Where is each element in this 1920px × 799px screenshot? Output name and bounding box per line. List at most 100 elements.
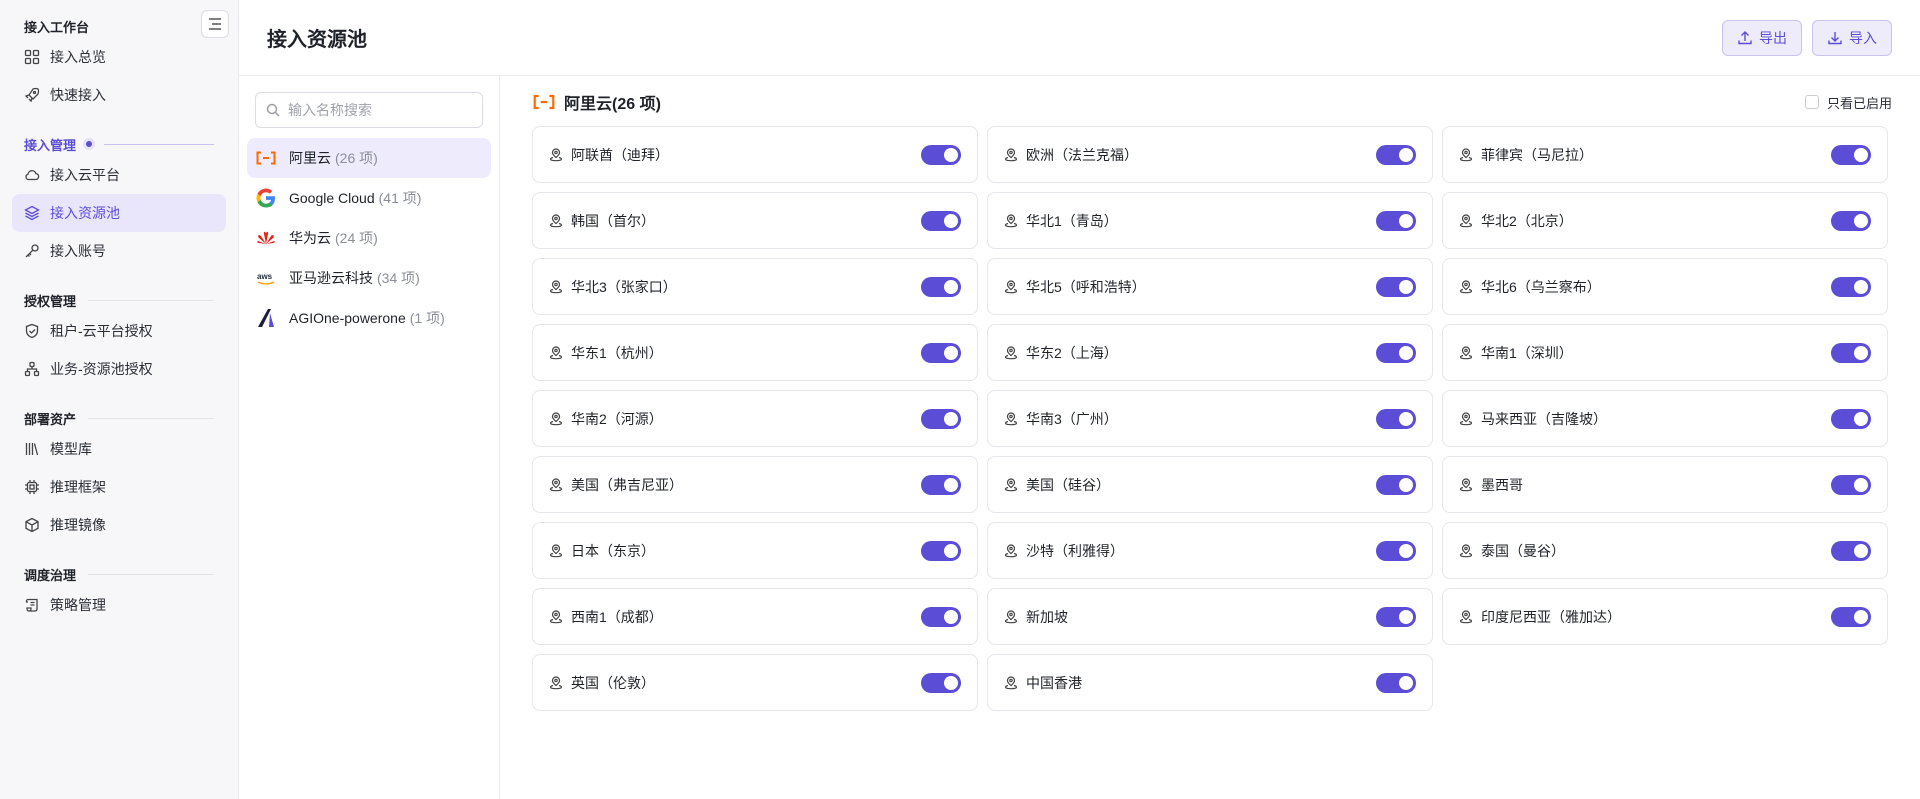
region-enable-toggle[interactable]	[921, 672, 961, 693]
nav-item-inference-image[interactable]: 推理镜像	[12, 506, 226, 544]
only-enabled-checkbox[interactable]	[1804, 95, 1819, 109]
page-header: 接入资源池 导出 导入	[239, 0, 1920, 76]
nav-item-label: 接入资源池	[50, 205, 120, 221]
grid-icon	[24, 49, 40, 65]
region-enable-toggle[interactable]	[921, 342, 961, 363]
region-enable-toggle[interactable]	[1831, 210, 1871, 231]
region-card: 英国（伦敦）	[532, 654, 978, 711]
region-enable-toggle[interactable]	[921, 408, 961, 429]
region-name: 沙特（利雅得）	[1026, 542, 1124, 559]
region-card: 华北6（乌兰察布）	[1442, 258, 1888, 315]
import-button[interactable]: 导入	[1812, 20, 1892, 56]
nav-item-tenant-auth[interactable]: 租户-云平台授权	[12, 312, 226, 350]
region-card: 中国香港	[987, 654, 1433, 711]
pool-name: AGIOne-powerone	[289, 310, 406, 326]
region-enable-toggle[interactable]	[1376, 276, 1416, 297]
location-pin-icon	[1459, 411, 1473, 426]
region-card: 阿联酋（迪拜）	[532, 126, 978, 183]
nav-item-model-library[interactable]: 模型库	[12, 430, 226, 468]
region-name: 美国（弗吉尼亚）	[571, 476, 683, 493]
nav-item-overview[interactable]: 接入总览	[12, 38, 226, 76]
region-enable-toggle[interactable]	[1376, 342, 1416, 363]
region-name: 欧洲（法兰克福）	[1026, 146, 1138, 163]
location-pin-icon	[549, 213, 563, 228]
region-card: 印度尼西亚（雅加达）	[1442, 588, 1888, 645]
region-card: 韩国（首尔）	[532, 192, 978, 249]
region-enable-toggle[interactable]	[1376, 606, 1416, 627]
region-name: 华北6（乌兰察布）	[1481, 278, 1601, 295]
pool-item-huawei-cloud[interactable]: 华为云 (24 项)	[247, 218, 491, 258]
region-enable-toggle[interactable]	[1376, 672, 1416, 693]
region-enable-toggle[interactable]	[1376, 474, 1416, 495]
nav-item-resource-pool[interactable]: 接入资源池	[12, 194, 226, 232]
region-name: 新加坡	[1026, 608, 1068, 625]
region-enable-toggle[interactable]	[921, 474, 961, 495]
region-enable-toggle[interactable]	[1831, 474, 1871, 495]
region-enable-toggle[interactable]	[1376, 210, 1416, 231]
library-icon	[24, 441, 40, 457]
region-enable-toggle[interactable]	[1831, 144, 1871, 165]
region-card: 华南1（深圳）	[1442, 324, 1888, 381]
region-card: 华北3（张家口）	[532, 258, 978, 315]
nav-item-inference-framework[interactable]: 推理框架	[12, 468, 226, 506]
nav-item-policy[interactable]: 策略管理	[12, 586, 226, 624]
location-pin-icon	[549, 345, 563, 360]
region-enable-toggle[interactable]	[921, 606, 961, 627]
location-pin-icon	[549, 411, 563, 426]
region-name: 英国（伦敦）	[571, 674, 655, 691]
search-input[interactable]	[288, 102, 468, 118]
region-enable-toggle[interactable]	[1376, 144, 1416, 165]
key-icon	[24, 243, 40, 259]
pool-item-google-cloud[interactable]: Google Cloud (41 项)	[247, 178, 491, 218]
menu-icon	[209, 18, 221, 30]
region-name: 华北2（北京）	[1481, 212, 1573, 229]
search-box[interactable]	[255, 92, 483, 128]
pool-item-aws[interactable]: aws 亚马逊云科技 (34 项)	[247, 258, 491, 298]
location-pin-icon	[1004, 675, 1018, 690]
location-pin-icon	[549, 477, 563, 492]
region-enable-toggle[interactable]	[1376, 540, 1416, 561]
region-name: 西南1（成都）	[571, 608, 663, 625]
region-enable-toggle[interactable]	[921, 540, 961, 561]
region-card: 华东2（上海）	[987, 324, 1433, 381]
region-enable-toggle[interactable]	[1831, 540, 1871, 561]
divider	[88, 299, 214, 301]
menu-collapse-button[interactable]	[201, 10, 229, 38]
location-pin-icon	[1004, 609, 1018, 624]
location-pin-icon	[1004, 345, 1018, 360]
region-enable-toggle[interactable]	[1376, 408, 1416, 429]
nav-item-cloud-platform[interactable]: 接入云平台	[12, 156, 226, 194]
nav-item-business-auth[interactable]: 业务-资源池授权	[12, 350, 226, 388]
region-enable-toggle[interactable]	[1831, 342, 1871, 363]
only-enabled-filter[interactable]: 只看已启用	[1804, 93, 1892, 112]
region-card: 泰国（曼谷）	[1442, 522, 1888, 579]
pool-count: (24 项)	[335, 230, 378, 246]
region-enable-toggle[interactable]	[921, 276, 961, 297]
pool-item-agione[interactable]: AGIOne-powerone (1 项)	[247, 298, 491, 338]
cube-icon	[24, 517, 40, 533]
location-pin-icon	[549, 279, 563, 294]
export-label: 导出	[1759, 30, 1787, 46]
region-card: 华北1（青岛）	[987, 192, 1433, 249]
region-card: 华南2（河源）	[532, 390, 978, 447]
location-pin-icon	[1459, 345, 1473, 360]
region-enable-toggle[interactable]	[1831, 408, 1871, 429]
region-name: 印度尼西亚（雅加达）	[1481, 608, 1621, 625]
nav-group-scheduling: 调度治理	[0, 562, 238, 586]
region-enable-toggle[interactable]	[921, 210, 961, 231]
svg-text:aws: aws	[257, 272, 273, 281]
region-enable-toggle[interactable]	[1831, 276, 1871, 297]
region-card: 美国（硅谷）	[987, 456, 1433, 513]
nav-group-authorization: 授权管理	[0, 288, 238, 312]
nav-item-account[interactable]: 接入账号	[12, 232, 226, 270]
region-name: 泰国（曼谷）	[1481, 542, 1565, 559]
aws-logo-icon: aws	[255, 267, 277, 289]
region-enable-toggle[interactable]	[1831, 606, 1871, 627]
export-button[interactable]: 导出	[1722, 20, 1802, 56]
region-grid: 阿联酋（迪拜） 欧洲（法兰克福） 菲律宾（马尼拉） 韩国（首尔） 华北1（青岛） 华北2（…	[532, 126, 1888, 711]
nav-item-quick-access[interactable]: 快速接入	[12, 76, 226, 114]
region-header: 阿里云(26 项) 只看已启用	[532, 88, 1892, 116]
region-enable-toggle[interactable]	[921, 144, 961, 165]
pool-name: 亚马逊云科技	[289, 270, 373, 286]
pool-item-aliyun[interactable]: 阿里云 (26 项)	[247, 138, 491, 178]
